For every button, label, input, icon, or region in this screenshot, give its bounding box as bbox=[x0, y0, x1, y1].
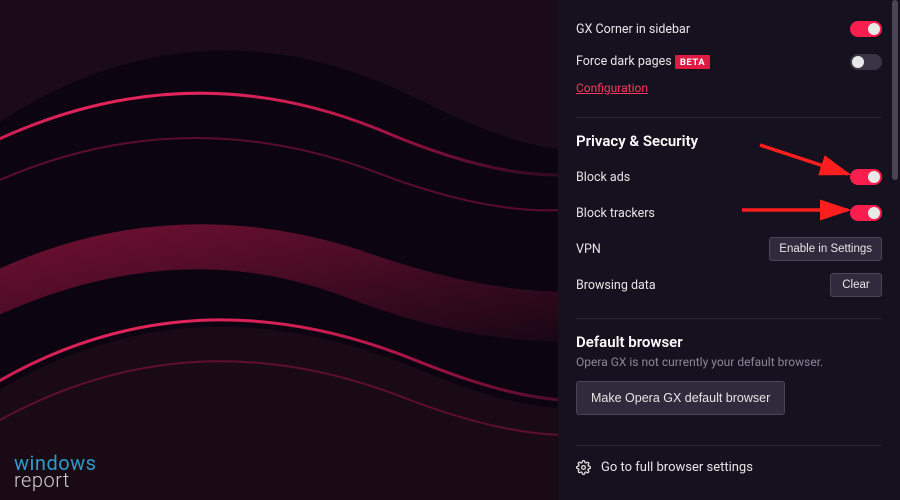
full-settings-link[interactable]: Go to full browser settings bbox=[576, 460, 882, 475]
force-dark-toggle[interactable] bbox=[850, 54, 882, 70]
default-browser-subtext: Opera GX is not currently your default b… bbox=[576, 355, 882, 369]
browsing-data-label: Browsing data bbox=[576, 278, 656, 293]
divider bbox=[576, 445, 882, 446]
browsing-data-row: Browsing data Clear bbox=[576, 270, 882, 300]
block-trackers-toggle[interactable] bbox=[850, 205, 882, 221]
vpn-label: VPN bbox=[576, 242, 601, 257]
default-browser-heading: Default browser bbox=[576, 333, 882, 351]
force-dark-label: Force dark pages BETA Configuration bbox=[576, 54, 710, 99]
panel-scrollbar[interactable] bbox=[892, 0, 898, 500]
privacy-heading: Privacy & Security bbox=[576, 132, 882, 150]
wallpaper-curves bbox=[0, 0, 558, 500]
force-dark-text: Force dark pages bbox=[576, 54, 672, 69]
full-settings-label: Go to full browser settings bbox=[601, 460, 753, 475]
block-ads-label: Block ads bbox=[576, 170, 630, 185]
default-browser-section: Default browser Opera GX is not currentl… bbox=[576, 333, 882, 415]
watermark: windows report bbox=[14, 454, 96, 490]
appearance-group: GX Corner in sidebar Force dark pages BE… bbox=[576, 14, 882, 99]
privacy-security-section: Privacy & Security Block ads Block track… bbox=[576, 132, 882, 300]
desktop-background: windows report bbox=[0, 0, 558, 500]
vpn-row: VPN Enable in Settings bbox=[576, 234, 882, 264]
clear-button[interactable]: Clear bbox=[830, 273, 882, 297]
divider bbox=[576, 318, 882, 319]
force-dark-row: Force dark pages BETA Configuration bbox=[576, 54, 882, 99]
block-trackers-label: Block trackers bbox=[576, 206, 655, 221]
divider bbox=[576, 117, 882, 118]
gx-corner-row: GX Corner in sidebar bbox=[576, 14, 882, 44]
configuration-link[interactable]: Configuration bbox=[576, 81, 648, 95]
block-trackers-row: Block trackers bbox=[576, 198, 882, 228]
scrollbar-thumb[interactable] bbox=[892, 0, 898, 180]
gx-corner-toggle[interactable] bbox=[850, 21, 882, 37]
gx-corner-label: GX Corner in sidebar bbox=[576, 22, 690, 37]
block-ads-row: Block ads bbox=[576, 162, 882, 192]
beta-badge: BETA bbox=[675, 55, 710, 69]
gear-icon bbox=[576, 460, 591, 475]
settings-panel: GX Corner in sidebar Force dark pages BE… bbox=[558, 0, 900, 500]
vpn-enable-button[interactable]: Enable in Settings bbox=[769, 237, 882, 261]
make-default-button[interactable]: Make Opera GX default browser bbox=[576, 381, 785, 415]
block-ads-toggle[interactable] bbox=[850, 169, 882, 185]
